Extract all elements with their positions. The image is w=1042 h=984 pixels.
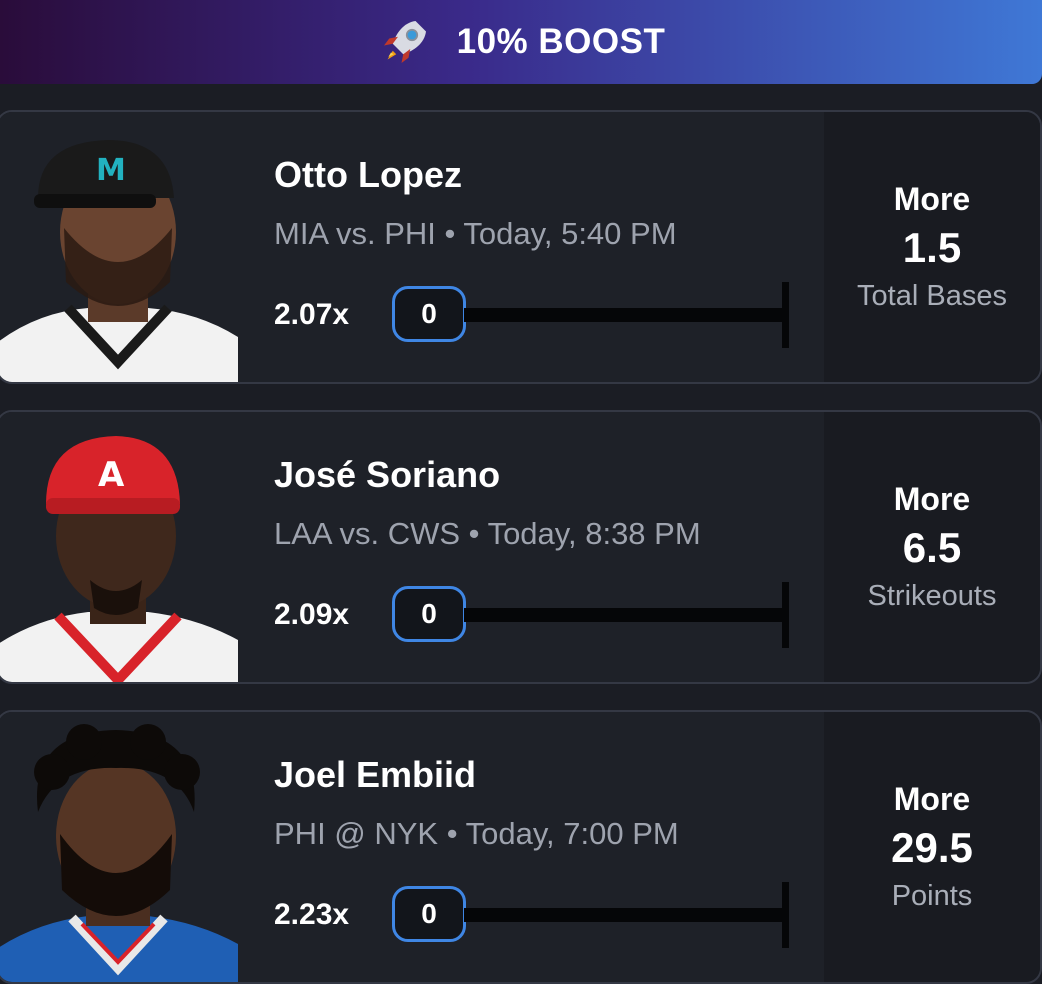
- player-avatar-image: M: [0, 112, 238, 382]
- payout-multiplier: 2.09x: [274, 598, 350, 631]
- progress-count-badge: 0: [392, 286, 466, 342]
- boost-label: 10% BOOST: [456, 22, 666, 61]
- player-avatar-image: A: [0, 412, 238, 682]
- pick-selection[interactable]: More 6.5 Strikeouts: [824, 412, 1040, 682]
- progress-count-badge: 0: [392, 586, 466, 642]
- pick-stat: Total Bases: [857, 280, 1007, 312]
- pick-stat: Points: [891, 880, 973, 912]
- pick-direction: More: [893, 181, 971, 217]
- payout-multiplier: 2.07x: [274, 298, 350, 331]
- pick-line: 1.5: [902, 224, 962, 271]
- pick-card[interactable]: M Otto Lopez MIA vs. PHI • Today, 5:40 P…: [0, 110, 1042, 384]
- boost-banner[interactable]: 10% BOOST: [0, 0, 1042, 84]
- pick-selection[interactable]: More 29.5 Points: [824, 712, 1040, 982]
- progress-count-badge: 0: [392, 886, 466, 942]
- player-name: José Soriano: [274, 454, 501, 495]
- pick-card[interactable]: Joel Embiid PHI @ NYK • Today, 7:00 PM 2…: [0, 710, 1042, 984]
- player-photo: A: [0, 412, 238, 682]
- pick-selection[interactable]: More 1.5 Total Bases: [824, 112, 1040, 382]
- progress-track: [464, 908, 784, 922]
- pick-card[interactable]: A José Soriano LAA vs. CWS • Today, 8:38…: [0, 410, 1042, 684]
- progress-target-marker: [782, 882, 789, 948]
- payout-multiplier: 2.23x: [274, 898, 350, 931]
- rocket-icon: [383, 21, 426, 63]
- pick-line: 29.5: [891, 824, 973, 871]
- svg-text:M: M: [96, 153, 126, 188]
- pick-line: 6.5: [902, 524, 962, 571]
- progress-track: [464, 308, 784, 322]
- player-name: Joel Embiid: [274, 754, 477, 795]
- pick-direction: More: [893, 481, 971, 517]
- game-info: LAA vs. CWS • Today, 8:38 PM: [274, 516, 701, 551]
- game-info: PHI @ NYK • Today, 7:00 PM: [274, 816, 679, 851]
- player-photo: [0, 712, 238, 982]
- pick-direction: More: [893, 781, 971, 817]
- progress-track: [464, 608, 784, 622]
- player-avatar-image: [0, 712, 238, 982]
- pick-stat: Strikeouts: [867, 580, 997, 612]
- progress-target-marker: [782, 282, 789, 348]
- player-photo: M: [0, 112, 238, 382]
- progress-target-marker: [782, 582, 789, 648]
- svg-text:A: A: [98, 455, 125, 495]
- player-name: Otto Lopez: [274, 154, 462, 195]
- game-info: MIA vs. PHI • Today, 5:40 PM: [274, 216, 677, 251]
